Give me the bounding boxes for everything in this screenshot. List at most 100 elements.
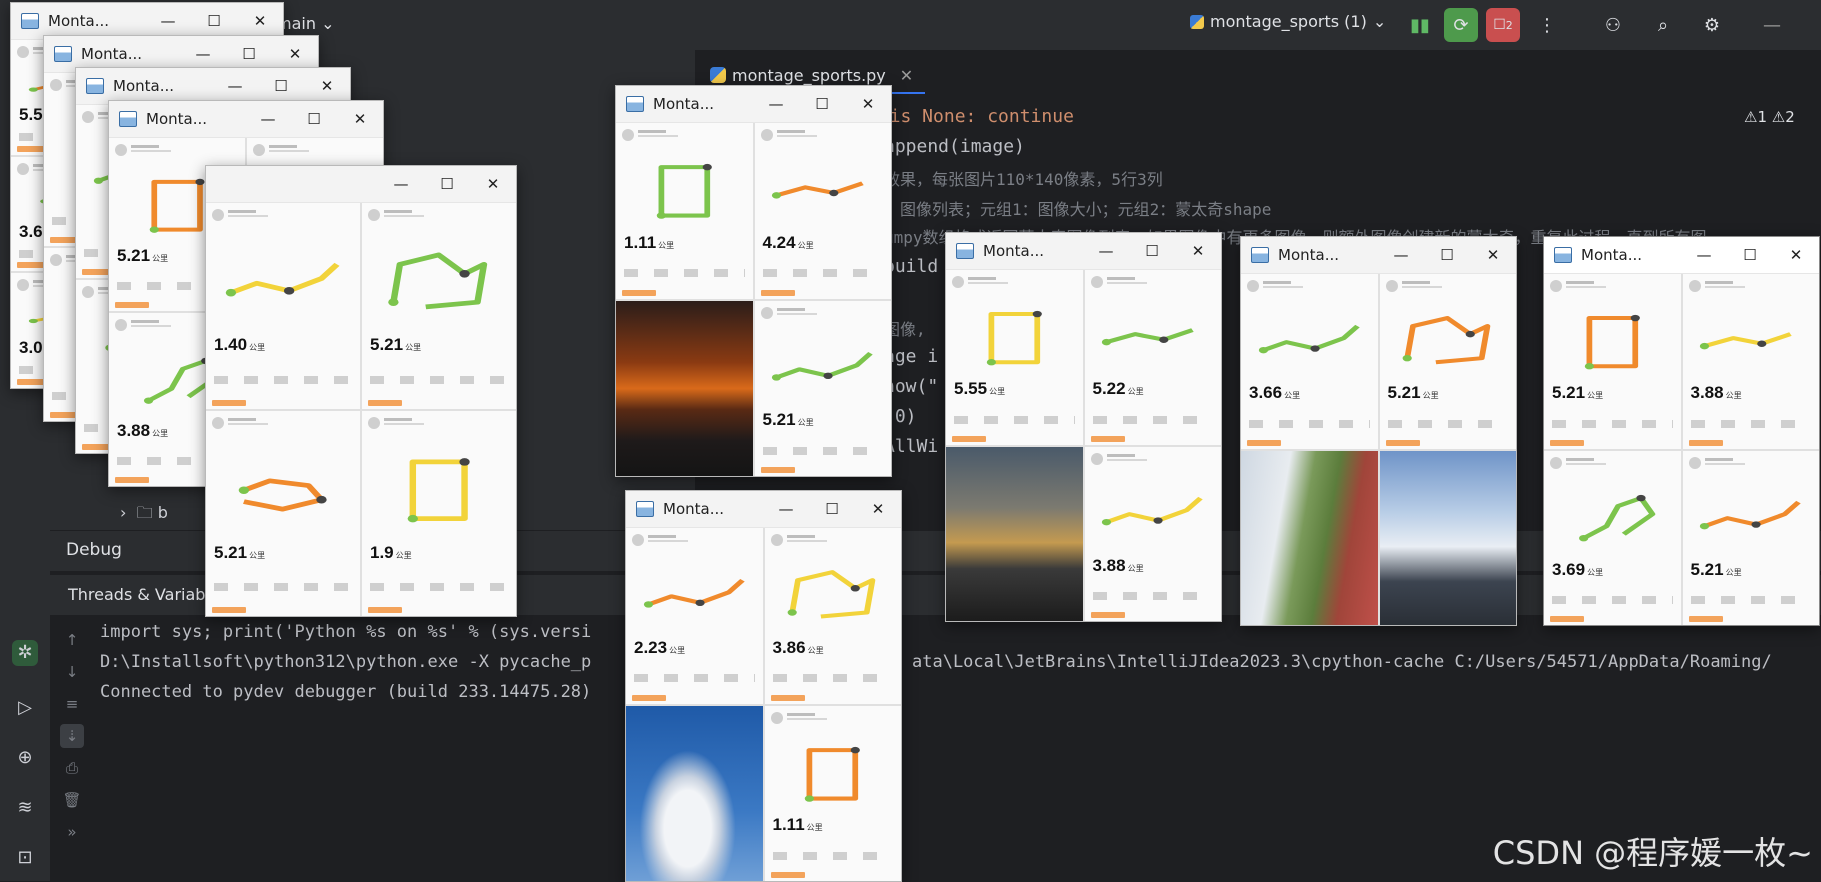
maximize-icon[interactable]: ☐	[191, 3, 237, 39]
close-icon[interactable]: ✕	[1175, 233, 1221, 269]
more-icon[interactable]: ⋮	[1530, 8, 1564, 42]
route-path	[647, 579, 745, 607]
resume-icon[interactable]: ▮▮	[1403, 8, 1437, 42]
window-titlebar[interactable]: Monta... — ☐ ✕	[1544, 237, 1819, 274]
close-icon[interactable]: ✕	[855, 491, 901, 527]
debug-title: Debug	[66, 540, 122, 560]
distance-value: 3.66 公里	[1249, 383, 1301, 403]
close-icon[interactable]: ✕	[304, 68, 350, 104]
app-logo	[212, 607, 246, 613]
minimize-icon[interactable]: —	[145, 3, 191, 39]
window-titlebar[interactable]: — ☐ ✕	[206, 166, 516, 203]
more-chevrons-icon[interactable]: »	[60, 820, 84, 844]
close-icon[interactable]: ✕	[1470, 237, 1516, 273]
route-marker	[93, 177, 103, 184]
avatar	[1090, 452, 1103, 465]
stop-button[interactable]: ☐ 2	[1486, 8, 1520, 42]
code-comment: 效果，每张图片110*140像素，5行3列	[884, 170, 1163, 189]
window-titlebar[interactable]: Monta... — ☐ ✕	[1241, 237, 1516, 274]
maximize-icon[interactable]: ☐	[1424, 237, 1470, 273]
minimize-icon[interactable]: —	[753, 86, 799, 122]
window-titlebar[interactable]: Monta... — ☐ ✕	[946, 233, 1221, 270]
distance-unit: 公里	[1587, 391, 1604, 401]
maximize-icon[interactable]: ☐	[1129, 233, 1175, 269]
route-marker	[28, 87, 38, 93]
montage-window[interactable]: Monta... — ☐ ✕ 5.55 公里 5.22 公里 3.88 公里	[945, 232, 1222, 622]
maximize-icon[interactable]: ☐	[258, 68, 304, 104]
minimize-icon[interactable]: —	[245, 101, 291, 137]
code-line: e is None: continue	[868, 106, 1074, 127]
close-icon[interactable]: ✕	[337, 101, 383, 137]
rerun-button[interactable]: ⟳	[1444, 8, 1478, 42]
window-titlebar[interactable]: Monta... — ☐ ✕	[626, 491, 901, 528]
close-icon[interactable]: ✕	[845, 86, 891, 122]
montage-window[interactable]: — ☐ ✕ 1.40 公里 5.21 公里 5.21 公里 1.9 公里	[205, 165, 517, 617]
python-console-icon[interactable]: ⊕	[12, 745, 38, 771]
inspection-warnings[interactable]: ⚠1 ⚠2	[1744, 108, 1795, 126]
run-icon[interactable]: ▷	[12, 695, 38, 721]
maximize-icon[interactable]: ☐	[809, 491, 855, 527]
down-arrow-icon[interactable]: ↓	[60, 660, 84, 684]
route-marker	[149, 226, 159, 233]
user-name-placeholder	[269, 145, 297, 148]
window-titlebar[interactable]: Monta... — ☐ ✕	[616, 86, 891, 123]
user-name-placeholder	[1566, 281, 1594, 284]
maximize-icon[interactable]: ☐	[424, 166, 470, 202]
terminal-icon[interactable]: ⊡	[12, 845, 38, 871]
montage-window[interactable]: Monta... — ☐ ✕ 5.21 公里 3.88 公里 3.69 公里 5.21 公里	[1543, 236, 1820, 626]
add-user-icon[interactable]: ⚇	[1596, 8, 1630, 42]
maximize-icon[interactable]: ☐	[291, 101, 337, 137]
close-icon[interactable]: ✕	[237, 3, 283, 39]
route-marker	[986, 358, 996, 366]
route-marker	[143, 397, 154, 404]
window-title: Monta...	[1581, 246, 1643, 264]
trash-icon[interactable]: 🗑	[60, 788, 84, 812]
tree-item[interactable]: › 🗀 b	[120, 502, 168, 529]
minimize-icon[interactable]: —	[763, 491, 809, 527]
minimize-icon[interactable]: —	[1378, 237, 1424, 273]
user-name-placeholder	[131, 145, 159, 148]
user-name-placeholder	[776, 312, 817, 315]
stats-row	[1092, 415, 1213, 424]
run-config-selector[interactable]: montage_sports (1) ⌄	[1190, 12, 1386, 31]
app-logo	[368, 607, 402, 613]
montage-grid: 2.23 公里 3.86 公里 1.11 公里	[626, 528, 901, 881]
debug-icon[interactable]: ✲	[12, 640, 38, 666]
window-titlebar[interactable]: Monta... — ☐ ✕	[109, 101, 383, 138]
gear-icon[interactable]: ⚙	[1695, 8, 1729, 42]
window-title: Monta...	[113, 77, 175, 95]
avatar	[1688, 280, 1701, 292]
distance-value: 5.21 公里	[1387, 383, 1439, 403]
soft-wrap-icon[interactable]: ≡	[60, 692, 84, 716]
search-icon[interactable]: ⌕	[1646, 8, 1680, 42]
maximize-icon[interactable]: ☐	[799, 86, 845, 122]
up-arrow-icon[interactable]: ↑	[60, 628, 84, 652]
montage-window[interactable]: Monta... — ☐ ✕ 2.23 公里 3.86 公里 1.11 公里	[625, 490, 902, 882]
rerun-icon: ⟳	[1453, 14, 1469, 36]
minimize-ide-icon[interactable]: —	[1755, 8, 1789, 42]
close-icon[interactable]: ✕	[900, 66, 913, 85]
route-marker	[1757, 340, 1767, 347]
montage-window[interactable]: Monta... — ☐ ✕ 3.66 公里 5.21 公里	[1240, 236, 1517, 626]
close-icon[interactable]: ✕	[470, 166, 516, 202]
branch-selector[interactable]: main ⌄	[276, 14, 334, 33]
minimize-icon[interactable]: —	[378, 166, 424, 202]
maximize-icon[interactable]: ☐	[1727, 237, 1773, 273]
route-map	[1584, 314, 1640, 370]
minimize-icon[interactable]: —	[212, 68, 258, 104]
print-icon[interactable]: ⎙	[60, 756, 84, 780]
minimize-icon[interactable]: —	[1681, 237, 1727, 273]
route-path	[1404, 315, 1491, 365]
montage-window[interactable]: Monta... — ☐ ✕ 1.11 公里 4.24 公里 5.21 公里	[615, 85, 892, 477]
distance-unit: 公里	[807, 645, 824, 655]
scroll-end-icon[interactable]: ⇣	[60, 724, 84, 748]
montage-photo	[1379, 450, 1516, 625]
minimize-icon[interactable]: —	[1083, 233, 1129, 269]
close-icon[interactable]: ✕	[1773, 237, 1819, 273]
avatar	[17, 46, 29, 58]
avatar	[1688, 456, 1701, 469]
avatar	[82, 286, 94, 298]
route-map	[772, 351, 874, 381]
user-name-placeholder	[1106, 282, 1147, 284]
layers-icon[interactable]: ≋	[12, 795, 38, 821]
